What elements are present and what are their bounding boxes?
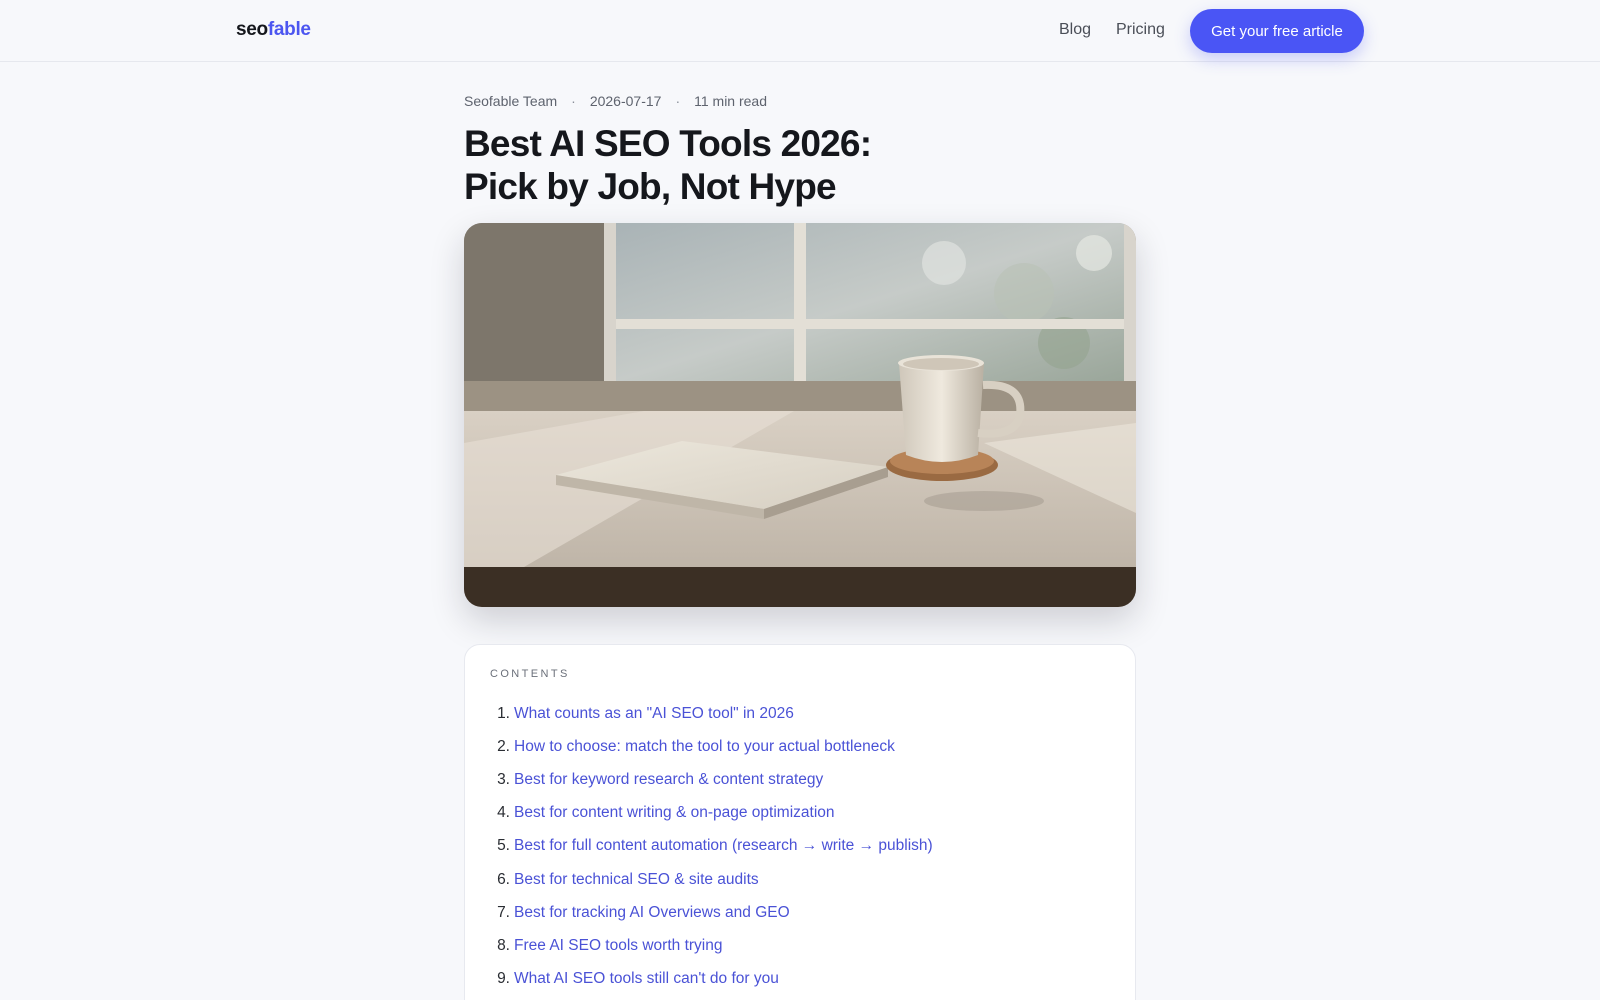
table-of-contents: CONTENTS 1. What counts as an "AI SEO to… [464,644,1136,1000]
nav-pricing-link[interactable]: Pricing [1116,21,1165,39]
toc-number: 9. [497,970,510,988]
article-meta: Seofable Team · 2026-07-17 · 11 min read [464,93,767,109]
toc-link[interactable]: How to choose: match the tool to your ac… [514,738,895,756]
site-header: seofable Blog Pricing Get your free arti… [0,0,1600,62]
hero-image [464,223,1136,607]
author-name: Seofable Team [464,93,558,109]
meta-separator: · [571,93,576,109]
logo-part-seo: seo [236,19,268,40]
toc-item: 7. Best for tracking AI Overviews and GE… [490,896,933,929]
article-title: Best AI SEO Tools 2026: Pick by Job, Not… [464,122,1024,208]
toc-link[interactable]: What AI SEO tools still can't do for you [514,970,779,988]
toc-item: 8. Free AI SEO tools worth trying [490,929,933,962]
logo[interactable]: seofable [236,19,311,41]
toc-number: 5. [497,837,510,855]
toc-link[interactable]: Best for full content automation (resear… [514,837,933,855]
toc-item: 3. Best for keyword research & content s… [490,763,933,796]
read-time: 11 min read [694,93,768,109]
logo-part-fable: fable [267,19,311,40]
toc-item: 5. Best for full content automation (res… [490,830,933,863]
publish-date: 2026-07-17 [589,93,662,109]
toc-number: 8. [497,936,510,954]
title-line-1: Best AI SEO Tools 2026: [464,123,872,164]
nav-blog-link[interactable]: Blog [1059,21,1091,39]
toc-list: 1. What counts as an "AI SEO tool" in 20… [490,697,933,996]
toc-link[interactable]: Best for tracking AI Overviews and GEO [514,904,790,922]
toc-number: 6. [497,870,510,888]
toc-item: 2. How to choose: match the tool to your… [490,730,933,763]
meta-separator: · [675,93,681,109]
toc-number: 7. [497,903,510,921]
toc-number: 2. [497,737,510,755]
toc-item: 9. What AI SEO tools still can't do for … [490,963,933,996]
toc-link[interactable]: Best for technical SEO & site audits [514,871,759,889]
toc-item: 4. Best for content writing & on-page op… [490,797,933,830]
toc-number: 1. [497,704,510,722]
toc-link[interactable]: Best for content writing & on-page optim… [514,804,835,822]
toc-link[interactable]: Free AI SEO tools worth trying [514,937,722,955]
toc-number: 4. [497,804,510,822]
toc-number: 3. [497,770,510,788]
toc-link[interactable]: What counts as an "AI SEO tool" in 2026 [514,705,794,723]
get-free-article-button[interactable]: Get your free article [1190,9,1364,53]
toc-item: 1. What counts as an "AI SEO tool" in 20… [490,697,933,730]
contents-label: CONTENTS [490,668,570,680]
hero-illustration [464,223,1136,607]
title-line-2: Pick by Job, Not Hype [464,166,837,207]
toc-item: 6. Best for technical SEO & site audits [490,863,933,896]
toc-link[interactable]: Best for keyword research & content stra… [514,771,823,789]
